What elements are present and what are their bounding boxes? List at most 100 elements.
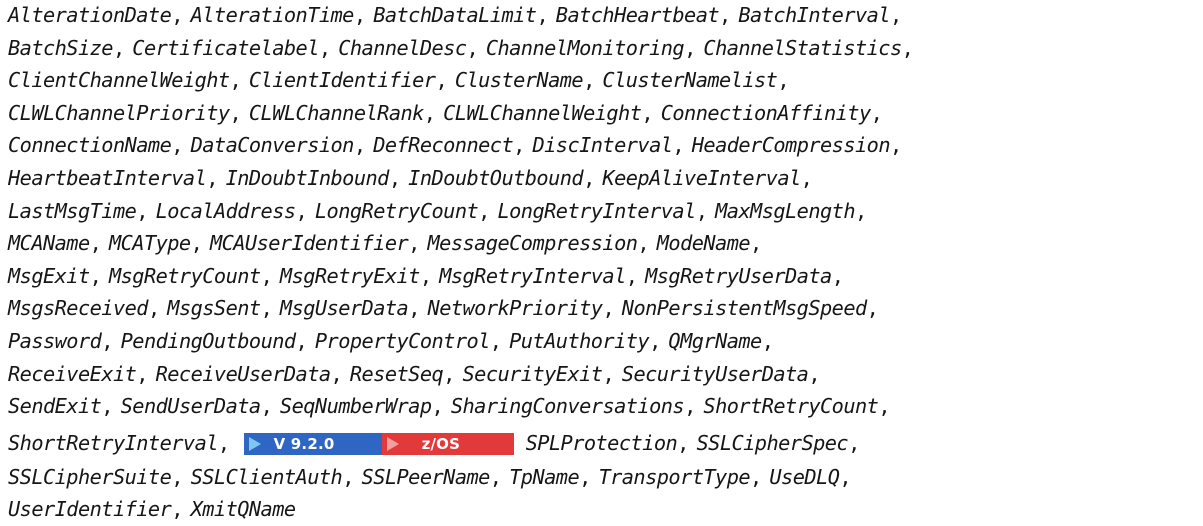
separator: , — [408, 296, 420, 321]
attribute-name: UseDLQ — [769, 464, 840, 489]
attribute-name: MCAUserIdentifier — [209, 231, 409, 256]
separator: , — [89, 231, 102, 256]
attribute-name: Certificatelabel — [132, 35, 319, 60]
attribute-name: ClientIdentifier — [248, 68, 436, 93]
attribute-name: SeqNumberWrap — [279, 394, 432, 419]
separator: , — [171, 3, 183, 27]
attribute-name: LastMsgTime — [8, 198, 137, 223]
separator: , — [901, 35, 914, 60]
attribute-name: QMgrName — [668, 328, 762, 353]
attribute-name: CLWLChannelPriority — [8, 100, 230, 125]
separator: , — [637, 231, 650, 256]
separator: , — [719, 3, 731, 27]
separator: , — [870, 100, 883, 125]
attribute-name: HeaderCompression — [691, 133, 891, 158]
attribute-name: InDoubtOutbound — [408, 165, 584, 190]
separator: , — [419, 263, 432, 288]
attribute-name: DiscInterval — [532, 133, 673, 158]
separator: , — [831, 263, 844, 288]
separator: , — [101, 394, 113, 419]
attribute-name: MsgRetryInterval — [439, 263, 626, 288]
attribute-name: SendUserData — [120, 394, 261, 419]
attribute-name: MsgRetryCount — [108, 263, 261, 288]
attribute-name: LocalAddress — [155, 198, 296, 223]
attribute-name: ChannelMonitoring — [485, 35, 685, 60]
attribute-name: MsgExit — [8, 263, 90, 288]
separator: , — [579, 464, 591, 489]
attribute-name: XmitQName — [190, 497, 297, 522]
attribute-name: CLWLChannelWeight — [443, 100, 642, 125]
separator: , — [423, 100, 436, 125]
separator: , — [800, 165, 813, 190]
attribute-name: TpName — [509, 464, 580, 489]
separator: , — [206, 165, 218, 190]
separator: , — [777, 68, 789, 93]
attribute-name: ReceiveUserData — [155, 361, 331, 386]
attribute-name: BatchSize — [8, 35, 114, 60]
attribute-name: LongRetryInterval — [497, 198, 696, 223]
attribute-name: Password — [8, 328, 102, 353]
separator: , — [443, 361, 455, 386]
separator: , — [478, 198, 490, 223]
attribute-name: MsgsSent — [167, 296, 261, 321]
separator: , — [295, 198, 308, 223]
attribute-name: AlterationDate — [8, 3, 172, 27]
attribute-name: MCAType — [108, 231, 191, 256]
separator: , — [750, 464, 762, 489]
attribute-name: SSLClientAuth — [190, 464, 343, 489]
separator: , — [260, 394, 273, 419]
separator: , — [435, 68, 448, 93]
separator: , — [217, 430, 230, 455]
separator: , — [229, 100, 242, 125]
attribute-name: BatchHeartbeat — [555, 3, 720, 27]
attribute-name: TransportType — [598, 464, 751, 489]
separator: , — [839, 464, 852, 489]
attribute-name: ChannelDesc — [338, 35, 467, 60]
attribute-name: ConnectionName — [8, 133, 172, 158]
separator: , — [684, 394, 696, 419]
attribute-name: SSLPeerName — [361, 464, 491, 489]
attribute-name: ShortRetryCount — [703, 394, 879, 419]
attribute-name: ShortRetryInterval — [8, 430, 218, 455]
separator: , — [677, 430, 689, 455]
separator: , — [295, 328, 308, 353]
attribute-name: SPLProtection — [525, 430, 678, 455]
attribute-line: SSLCipherSuite, SSLClientAuth, SSLPeerNa… — [8, 461, 1198, 494]
arrow-icon — [386, 437, 399, 452]
attribute-name: AlterationTime — [190, 3, 355, 27]
attribute-name: KeepAliveInterval — [602, 165, 801, 190]
attribute-name: ClusterNamelist — [602, 68, 778, 93]
attribute-name: PropertyControl — [314, 328, 490, 353]
attribute-name: MsgUserData — [279, 296, 409, 321]
attribute-name: SharingConversations — [450, 394, 685, 419]
separator: , — [684, 35, 696, 60]
arrow-icon — [248, 437, 261, 452]
attribute-line-with-badges: ShortRetryInterval, V 9.2.0 z/OS SPLProtect… — [8, 425, 1198, 461]
separator: , — [89, 263, 102, 288]
attribute-line: Password, PendingOutbound, PropertyContr… — [8, 325, 1198, 358]
separator: , — [171, 464, 183, 489]
attribute-name: DataConversion — [190, 133, 355, 158]
attribute-line: ReceiveExit, ReceiveUserData, ResetSeq, … — [8, 358, 1198, 391]
separator: , — [848, 430, 860, 455]
separator: , — [112, 35, 125, 60]
separator: , — [878, 394, 890, 419]
attribute-line: AlterationDate, AlterationTime, BatchDat… — [8, 0, 1198, 32]
separator: , — [602, 361, 615, 386]
attribute-name: BatchDataLimit — [373, 3, 537, 27]
attribute-name: SSLCipherSuite — [8, 464, 172, 489]
separator: , — [353, 133, 366, 158]
separator: , — [889, 133, 902, 158]
separator: , — [855, 198, 867, 223]
attribute-name: SendExit — [8, 394, 102, 419]
attribute-name: PutAuthority — [509, 328, 650, 353]
separator: , — [318, 35, 331, 60]
separator: , — [808, 361, 821, 386]
separator: , — [513, 133, 525, 158]
attribute-name: ResetSeq — [349, 361, 444, 386]
separator: , — [602, 296, 615, 321]
separator: , — [171, 497, 183, 522]
attribute-line: CLWLChannelPriority, CLWLChannelRank, CL… — [8, 97, 1198, 130]
separator: , — [330, 361, 343, 386]
attribute-name: SecurityUserData — [621, 361, 809, 386]
